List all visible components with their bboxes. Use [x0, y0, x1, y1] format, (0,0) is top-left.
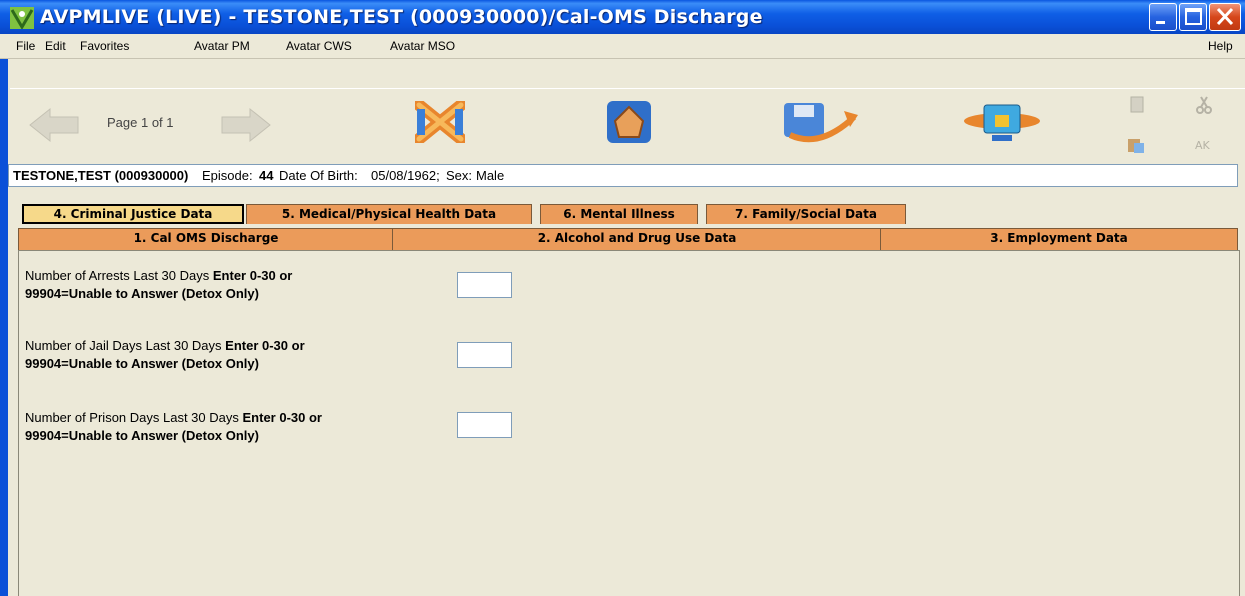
question-hint-detail: 99904=Unable to Answer (Detox Only) — [25, 286, 259, 301]
minimize-icon — [1156, 21, 1165, 24]
question-label: Number of Jail Days Last 30 Days — [25, 338, 222, 353]
forward-arrow-icon[interactable] — [220, 107, 272, 143]
question-prison-days: Number of Prison Days Last 30 Days Enter… — [25, 409, 322, 445]
patient-info-bar: TESTONE,TEST (000930000) Episode: 44 Dat… — [8, 164, 1238, 187]
spellcheck-icon[interactable]: AK — [1194, 137, 1216, 153]
question-jail-days: Number of Jail Days Last 30 Days Enter 0… — [25, 337, 305, 373]
sex-label: Sex: — [446, 168, 473, 183]
menu-avatar-cws[interactable]: Avatar CWS — [286, 39, 352, 53]
maximize-icon — [1185, 8, 1202, 25]
close-icon — [1216, 7, 1234, 26]
sex-value: Male — [476, 168, 505, 183]
window-title: AVPMLIVE (LIVE) - TESTONE,TEST (00093000… — [40, 6, 763, 28]
episode-number: 44 — [259, 168, 274, 183]
form-panel: Number of Arrests Last 30 Days Enter 0-3… — [18, 250, 1240, 596]
question-hint: Enter 0-30 or — [212, 268, 293, 283]
app-window: AVPMLIVE (LIVE) - TESTONE,TEST (00093000… — [0, 0, 1245, 596]
tab-mental-illness[interactable]: 6. Mental Illness — [540, 204, 698, 224]
question-label: Number of Arrests Last 30 Days — [25, 268, 210, 283]
toolbar: Page 1 of 1 AK — [10, 88, 1245, 159]
menu-edit[interactable]: Edit — [45, 39, 66, 53]
close-button[interactable] — [1209, 3, 1241, 31]
episode-label: Episode: — [202, 168, 253, 183]
svg-text:AK: AK — [1195, 139, 1211, 152]
lock-icon[interactable] — [962, 101, 1042, 145]
dob-label: Date Of Birth: — [279, 168, 358, 183]
menu-avatar-mso[interactable]: Avatar MSO — [390, 39, 455, 53]
tab-medical-physical-health[interactable]: 5. Medical/Physical Health Data — [246, 204, 532, 224]
minimize-button[interactable] — [1149, 3, 1177, 31]
dob-value: 05/08/1962; — [371, 168, 440, 183]
question-arrests: Number of Arrests Last 30 Days Enter 0-3… — [25, 267, 292, 303]
title-bar[interactable]: AVPMLIVE (LIVE) - TESTONE,TEST (00093000… — [0, 0, 1245, 34]
question-label: Number of Prison Days Last 30 Days — [25, 410, 239, 425]
jail-days-input[interactable] — [457, 342, 512, 368]
menu-avatar-pm[interactable]: Avatar PM — [194, 39, 250, 53]
maximize-button[interactable] — [1179, 3, 1207, 31]
tab-employment[interactable]: 3. Employment Data — [880, 228, 1238, 250]
question-hint: Enter 0-30 or — [225, 338, 305, 353]
question-hint-detail: 99904=Unable to Answer (Detox Only) — [25, 428, 259, 443]
tab-criminal-justice[interactable]: 4. Criminal Justice Data — [22, 204, 244, 224]
tab-alcohol-drug-use[interactable]: 2. Alcohol and Drug Use Data — [392, 228, 882, 250]
back-arrow-icon[interactable] — [28, 107, 80, 143]
menu-favorites[interactable]: Favorites — [80, 39, 129, 53]
menu-file[interactable]: File — [16, 39, 35, 53]
arrests-input[interactable] — [457, 272, 512, 298]
question-hint-detail: 99904=Unable to Answer (Detox Only) — [25, 356, 259, 371]
copy-icon[interactable] — [1128, 95, 1146, 115]
question-hint: Enter 0-30 or — [242, 410, 322, 425]
tab-family-social[interactable]: 7. Family/Social Data — [706, 204, 906, 224]
app-logo-icon — [10, 7, 34, 29]
home-icon[interactable] — [605, 99, 653, 145]
window-border — [0, 0, 8, 596]
submit-icon[interactable] — [780, 97, 860, 145]
tab-cal-oms-discharge[interactable]: 1. Cal OMS Discharge — [18, 228, 394, 250]
cancel-x-icon[interactable] — [415, 101, 465, 143]
menu-bar: File Edit Favorites Avatar PM Avatar CWS… — [0, 34, 1245, 59]
menu-help[interactable]: Help — [1208, 39, 1233, 53]
paste-icon[interactable] — [1126, 135, 1146, 155]
patient-name: TESTONE,TEST (000930000) — [13, 168, 189, 183]
cut-icon[interactable] — [1194, 95, 1214, 115]
prison-days-input[interactable] — [457, 412, 512, 438]
page-indicator: Page 1 of 1 — [107, 115, 174, 130]
